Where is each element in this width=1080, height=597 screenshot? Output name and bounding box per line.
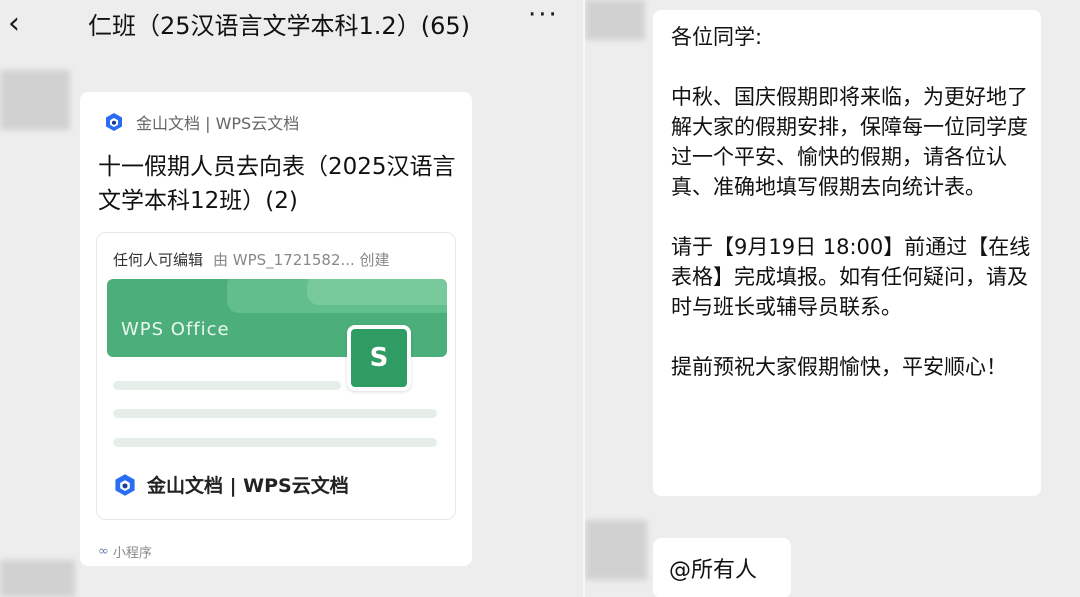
- kingsoft-docs-logo-icon: [106, 113, 122, 131]
- chat-title: 仁班（25汉语言文学本科1.2）(65): [88, 12, 470, 40]
- message-closing: 提前预祝大家假期愉快，平安顺心！: [671, 355, 1007, 379]
- mention-text: @所有人: [669, 558, 758, 583]
- permission-label: 任何人可编辑: [113, 251, 204, 269]
- message-paragraph: 中秋、国庆假期即将来临，为更好地了解大家的假期安排，保障每一位同学度过一个平安、…: [671, 85, 1028, 199]
- banner-wave: [307, 279, 447, 305]
- wps-doc-card[interactable]: 金山文档 | WPS云文档 十一假期人员去向表（2025汉语言文学本科12班）(…: [80, 92, 472, 566]
- back-arrow-icon[interactable]: ‹: [8, 6, 20, 41]
- message-greeting: 各位同学:: [671, 25, 763, 49]
- placeholder-line: [113, 438, 437, 447]
- placeholder-line: [113, 381, 341, 390]
- creator-label: 由 WPS_1721582... 创建: [213, 251, 390, 269]
- card-source-label: 金山文档 | WPS云文档: [136, 114, 300, 133]
- banner-text: WPS Office: [121, 319, 230, 340]
- blurred-region: [0, 560, 75, 597]
- notice-message-bubble[interactable]: 各位同学: 中秋、国庆假期即将来临，为更好地了解大家的假期安排，保障每一位同学度…: [653, 10, 1041, 496]
- brand-label: 金山文档 | WPS云文档: [147, 475, 349, 497]
- sender-avatar-blurred[interactable]: [585, 520, 647, 580]
- card-source: 金山文档 | WPS云文档: [104, 110, 299, 134]
- more-options-icon[interactable]: ···: [528, 0, 559, 30]
- sender-avatar-blurred[interactable]: [0, 70, 70, 130]
- brand-footer: 金山文档 | WPS云文档: [113, 471, 349, 498]
- kingsoft-docs-logo-icon: [115, 473, 135, 496]
- placeholder-line: [113, 409, 437, 418]
- sender-avatar-blurred[interactable]: [585, 0, 645, 40]
- message-paragraph: 请于【9月19日 18:00】前通过【在线表格】完成填报。如有任何疑问，请及时与…: [671, 235, 1031, 319]
- chat-left-panel: ‹ 仁班（25汉语言文学本科1.2）(65) ··· 金山文档 | WPS云文档…: [0, 0, 585, 597]
- notice-message-text: 各位同学: 中秋、国庆假期即将来临，为更好地了解大家的假期安排，保障每一位同学度…: [671, 22, 1031, 382]
- mention-message-bubble[interactable]: @所有人: [653, 538, 791, 597]
- link-icon: ∞: [98, 544, 109, 559]
- doc-permission: 任何人可编辑由 WPS_1721582... 创建: [113, 249, 390, 270]
- doc-preview[interactable]: 任何人可编辑由 WPS_1721582... 创建 WPS Office S 金…: [96, 232, 456, 520]
- card-title: 十一假期人员去向表（2025汉语言文学本科12班）(2): [98, 154, 456, 214]
- mini-program-label: 小程序: [112, 546, 152, 561]
- spreadsheet-icon: S: [347, 325, 411, 391]
- chat-right-panel: 各位同学: 中秋、国庆假期即将来临，为更好地了解大家的假期安排，保障每一位同学度…: [585, 0, 1080, 597]
- mini-program-tag: ∞ 小程序: [98, 542, 152, 561]
